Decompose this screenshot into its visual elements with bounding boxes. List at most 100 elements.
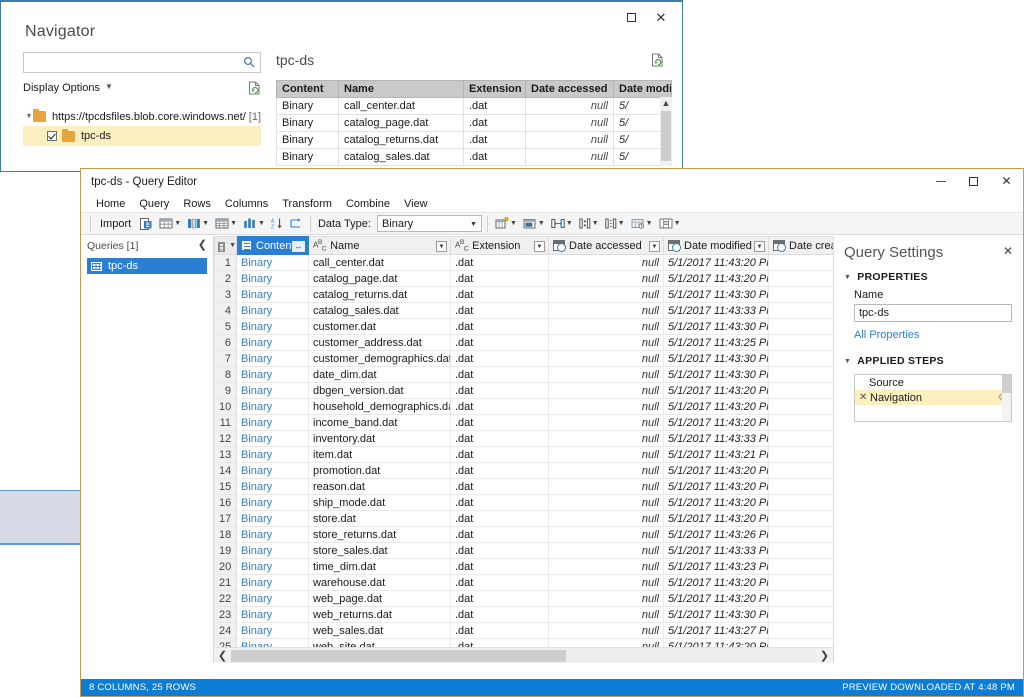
data-type-dropdown[interactable]: Binary ▼ [376, 215, 482, 232]
cell-content[interactable]: Binary [236, 526, 309, 543]
collapse-triangle-icon[interactable]: ▼ [844, 274, 851, 281]
cell-content[interactable]: Binary [236, 446, 309, 463]
grid-col-date-modified[interactable]: Date modified ▼ [663, 236, 769, 255]
preview-col-content[interactable]: Content [276, 80, 339, 98]
cell-content[interactable]: Binary [236, 590, 309, 607]
chevron-down-icon[interactable]: ▼ [592, 220, 599, 227]
menu-columns[interactable]: Columns [218, 197, 275, 211]
scrollbar-thumb[interactable] [231, 649, 566, 662]
scrollbar-thumb[interactable] [661, 111, 671, 161]
properties-section-header[interactable]: ▼ PROPERTIES [844, 271, 1013, 283]
table-row[interactable]: 20 Binary time_dim.dat .dat null 5/1/2017 11:… [214, 558, 833, 575]
table-row[interactable]: 19 Binary store_sales.dat .dat null 5/1/2017 … [214, 542, 833, 559]
grid-col-extension[interactable]: ABC Extension ▼ [450, 236, 549, 255]
minimize-icon[interactable] [924, 169, 957, 193]
grid-col-content[interactable]: Content ↔ [236, 236, 309, 255]
tree-row-root[interactable]: ▼ https://tpcdsfiles.blob.core.windows.n… [23, 107, 261, 126]
search-input[interactable] [28, 55, 238, 70]
chevron-down-icon[interactable]: ▼ [258, 220, 265, 227]
group-by-icon[interactable]: ▼ [493, 214, 519, 233]
name-input[interactable] [855, 305, 1011, 321]
append-queries-icon[interactable]: ▼ [577, 214, 601, 233]
table-row[interactable]: 8 Binary date_dim.dat .dat null 5/1/2017 11:4… [214, 366, 833, 383]
maximize-icon[interactable] [957, 169, 990, 193]
table-row[interactable]: 4 Binary catalog_sales.dat .dat null 5/1/2017… [214, 302, 833, 319]
cell-content[interactable]: Binary [236, 382, 309, 399]
cell-content[interactable]: Binary [236, 494, 309, 511]
table-row[interactable]: 15 Binary reason.dat .dat null 5/1/2017 11:43… [214, 478, 833, 495]
filter-dropdown-icon[interactable]: ▼ [534, 241, 545, 252]
cell-content[interactable]: Binary [236, 350, 309, 367]
preview-col-date-accessed[interactable]: Date accessed [525, 80, 614, 98]
table-row[interactable]: 22 Binary web_page.dat .dat null 5/1/2017 11:… [214, 590, 833, 607]
table-row[interactable]: 16 Binary ship_mode.dat .dat null 5/1/2017 11… [214, 494, 833, 511]
applied-steps-section-header[interactable]: ▼ APPLIED STEPS [844, 355, 1013, 367]
scrollbar-thumb[interactable] [1002, 375, 1011, 393]
chevron-down-icon[interactable]: ▼ [466, 221, 477, 228]
remove-columns-icon[interactable]: ▼ [185, 214, 211, 233]
table-row[interactable]: Binary call_center.dat .dat null 5/ [276, 97, 672, 115]
close-icon[interactable]: ✕ [646, 6, 676, 28]
table-row[interactable]: 6 Binary customer_address.dat .dat null 5/1/2… [214, 334, 833, 351]
choose-columns-icon[interactable]: ▼ [157, 214, 183, 233]
table-row[interactable]: 9 Binary dbgen_version.dat .dat null 5/1/2017… [214, 382, 833, 399]
split-column-icon[interactable] [287, 214, 305, 233]
tree-row-tpc-ds[interactable]: tpc-ds [23, 126, 261, 146]
combine-files-icon[interactable]: ▼ [603, 214, 627, 233]
table-row[interactable]: 10 Binary household_demographics.dat .dat nu… [214, 398, 833, 415]
merge-queries-icon[interactable]: ▼ [549, 214, 575, 233]
replace-values-icon[interactable]: ▼ [521, 214, 547, 233]
close-icon[interactable]: ✕ [1003, 244, 1013, 258]
step-navigation[interactable]: ✕ Navigation ⚙ [855, 390, 1011, 405]
menu-transform[interactable]: Transform [275, 197, 339, 211]
cell-content[interactable]: Binary [236, 286, 309, 303]
delete-step-icon[interactable]: ✕ [859, 392, 870, 403]
chevron-down-icon[interactable]: ▼ [230, 220, 237, 227]
refresh-icon[interactable] [248, 81, 261, 98]
chevron-left-icon[interactable]: ❮ [198, 238, 207, 251]
menu-combine[interactable]: Combine [339, 197, 397, 211]
all-properties-link[interactable]: All Properties [854, 329, 1013, 341]
cell-content[interactable]: Binary [236, 414, 309, 431]
chevron-down-icon[interactable]: ▼ [229, 242, 235, 249]
cell-content[interactable]: Binary [236, 558, 309, 575]
tree-item-checkbox[interactable] [47, 131, 57, 141]
cell-content[interactable]: Binary [236, 510, 309, 527]
cell-content[interactable]: Binary [236, 366, 309, 383]
cell-content[interactable]: Binary [236, 606, 309, 623]
remove-rows-icon[interactable]: ▼ [241, 214, 267, 233]
cell-content[interactable]: Binary [236, 574, 309, 591]
table-row[interactable]: 1 Binary call_center.dat .dat null 5/1/2017 1… [214, 254, 833, 271]
display-options-row[interactable]: Display Options ▼ [23, 81, 261, 98]
sort-ascending-icon[interactable]: A Z [269, 214, 285, 233]
grid-col-date-created[interactable]: Date creat [768, 236, 833, 255]
table-row[interactable]: 17 Binary store.dat .dat null 5/1/2017 11:43:… [214, 510, 833, 527]
cell-content[interactable]: Binary [236, 622, 309, 639]
chevron-down-icon[interactable]: ▼ [566, 220, 573, 227]
cell-content[interactable]: Binary [236, 254, 309, 271]
table-row[interactable]: 11 Binary income_band.dat .dat null 5/1/2017 … [214, 414, 833, 431]
preview-col-extension[interactable]: Extension [463, 80, 526, 98]
cell-content[interactable]: Binary [236, 430, 309, 447]
table-row[interactable]: 3 Binary catalog_returns.dat .dat null 5/1/20… [214, 286, 833, 303]
steps-scrollbar[interactable] [1002, 375, 1011, 421]
filter-dropdown-icon[interactable]: ▼ [649, 241, 660, 252]
grid-col-date-accessed[interactable]: Date accessed ▼ [548, 236, 664, 255]
grid-horizontal-scrollbar[interactable]: ❮ ❯ [214, 647, 833, 663]
cell-content[interactable]: Binary [236, 462, 309, 479]
grid-col-name[interactable]: ABC Name ▼ [308, 236, 451, 255]
close-icon[interactable]: ✕ [990, 169, 1023, 193]
cell-content[interactable]: Binary [236, 302, 309, 319]
manage-parameters-icon[interactable]: ▼ [629, 214, 655, 233]
maximize-icon[interactable] [616, 6, 646, 28]
advanced-editor-icon[interactable]: ▼ [657, 214, 683, 233]
keep-rows-icon[interactable]: ▼ [213, 214, 239, 233]
cell-content[interactable]: Binary [236, 398, 309, 415]
expand-triangle-icon[interactable]: ▼ [25, 113, 33, 120]
expand-columns-icon[interactable]: ↔ [292, 241, 305, 252]
menu-view[interactable]: View [397, 197, 435, 211]
scroll-up-icon[interactable]: ▲ [660, 97, 672, 109]
menu-query[interactable]: Query [132, 197, 176, 211]
chevron-down-icon[interactable]: ▼ [105, 82, 113, 91]
cell-content[interactable]: Binary [236, 318, 309, 335]
